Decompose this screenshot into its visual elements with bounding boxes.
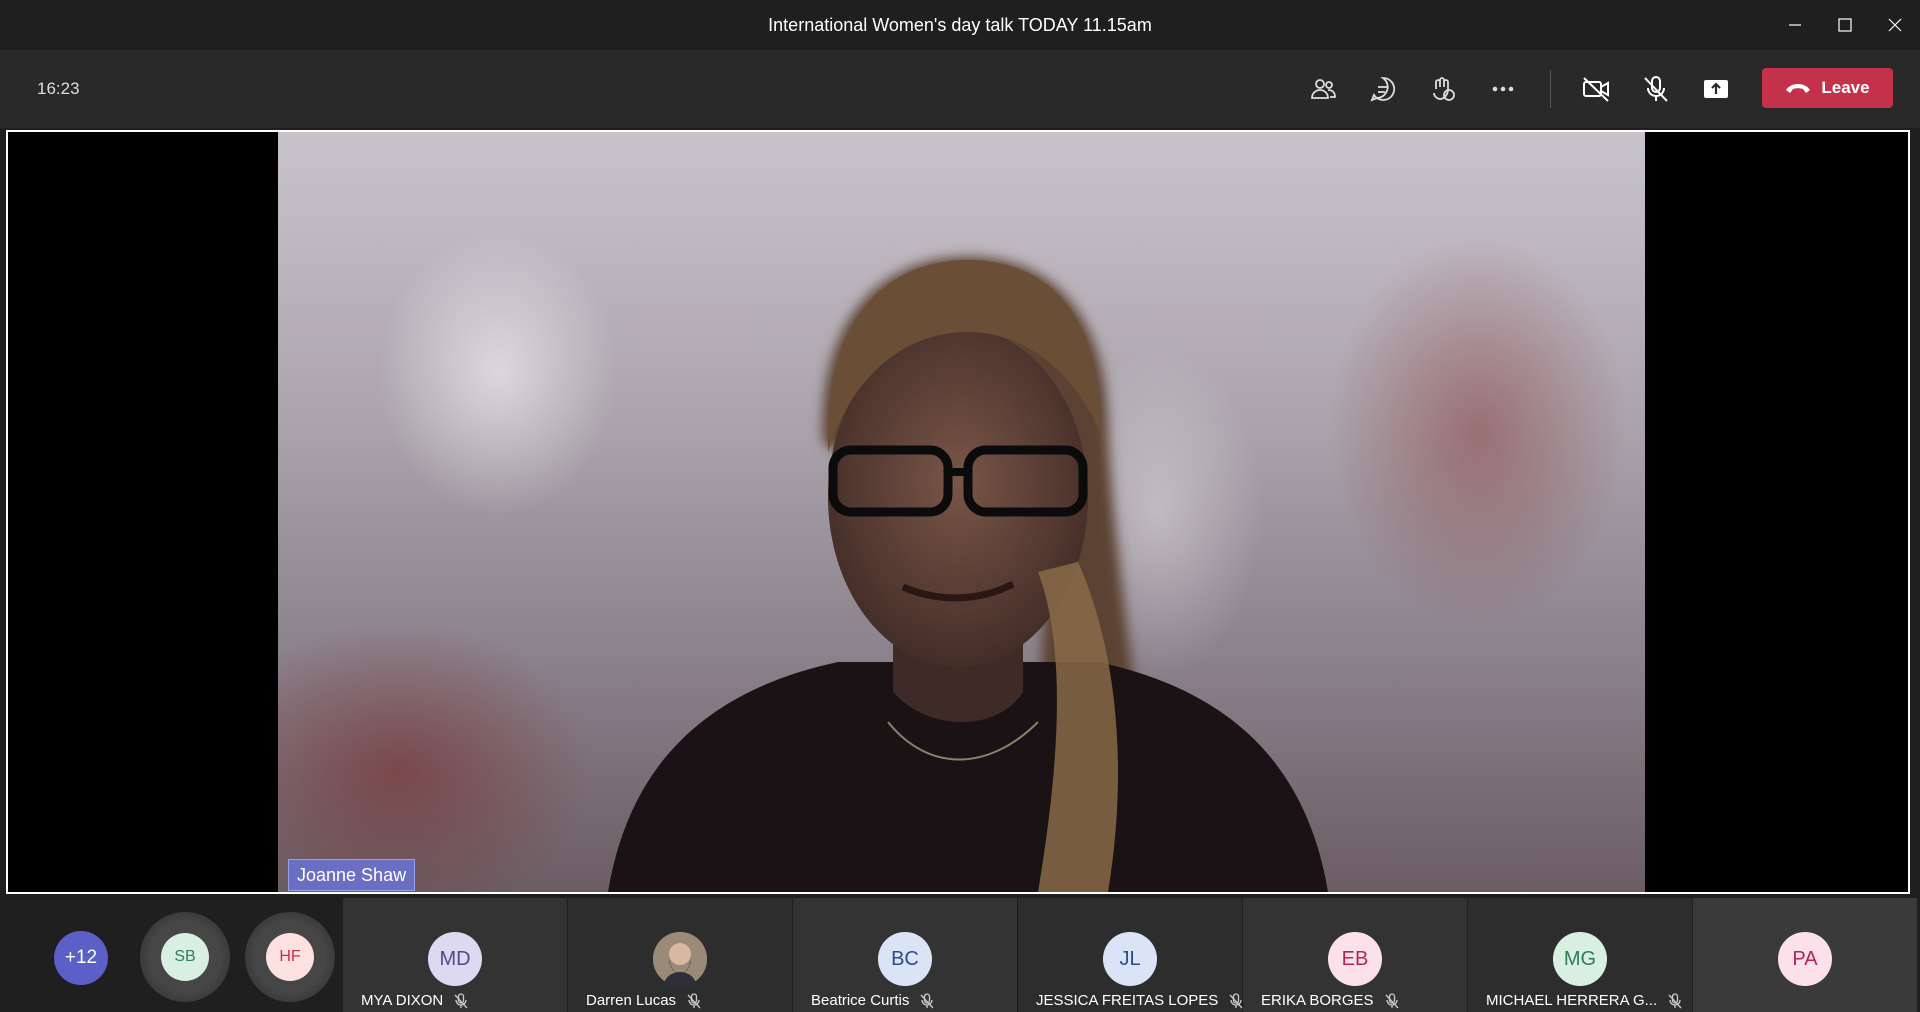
participant-name-row: MYA DIXON (361, 992, 469, 1009)
mic-muted-icon (1385, 992, 1399, 1008)
leave-label: Leave (1821, 78, 1870, 97)
participant-photo-icon (653, 932, 707, 986)
leave-button[interactable]: Leave (1762, 68, 1893, 108)
participant-name: MYA DIXON (361, 992, 444, 1009)
camera-off-icon (1583, 77, 1609, 102)
participant-tile[interactable]: MG MICHAEL HERRERA G... (1468, 898, 1692, 1012)
reactions-button[interactable] (1413, 59, 1473, 119)
window-controls (1770, 0, 1920, 50)
participant-tile[interactable]: PA (1693, 898, 1917, 1012)
participant-tile[interactable]: Darren Lucas (568, 898, 792, 1012)
participant-name: JESSICA FREITAS LOPES (1036, 992, 1219, 1009)
share-content-button[interactable] (1686, 59, 1746, 119)
participant-strip: +12 SB HF MD MYA DIXON Darren Lucas BC Beatr… (0, 898, 1920, 1012)
maximize-button[interactable] (1820, 0, 1870, 50)
more-options-button[interactable] (1473, 59, 1533, 119)
device-controls (1566, 50, 1746, 128)
participant-avatar-hf[interactable]: HF (266, 933, 314, 981)
mic-muted-icon (687, 992, 701, 1008)
participant-name: ERIKA BORGES (1261, 992, 1374, 1009)
participant-avatar-sb[interactable]: SB (161, 933, 209, 981)
participant-avatar: MD (428, 932, 482, 986)
meeting-actions (1293, 50, 1533, 128)
participant-tile[interactable]: EB ERIKA BORGES (1243, 898, 1467, 1012)
unmute-button[interactable] (1626, 59, 1686, 119)
more-participants-badge[interactable]: +12 (54, 931, 108, 985)
close-icon (1888, 18, 1902, 32)
participant-avatar (653, 932, 707, 986)
overflow-participants: +12 SB HF (0, 898, 343, 1012)
people-icon (1311, 79, 1336, 99)
participant-name: Darren Lucas (586, 992, 677, 1009)
participant-tile[interactable]: BC Beatrice Curtis (793, 898, 1017, 1012)
participant-name-row: Darren Lucas (586, 992, 702, 1009)
mic-muted-icon (920, 992, 934, 1008)
participant-name-row: Beatrice Curtis (811, 992, 935, 1009)
minimize-icon (1789, 24, 1801, 26)
reactions-icon (1433, 77, 1455, 101)
participant-avatar: JL (1103, 932, 1157, 986)
meeting-timer: 16:23 (37, 79, 80, 98)
participant-avatar: BC (878, 932, 932, 986)
speaker-name-tag: Joanne Shaw (288, 859, 416, 891)
participant-name-row: JESSICA FREITAS LOPES (1036, 992, 1244, 1009)
participant-name-row: ERIKA BORGES (1261, 992, 1400, 1009)
participant-tile[interactable]: JL JESSICA FREITAS LOPES (1018, 898, 1244, 1012)
chat-icon (1370, 77, 1396, 102)
mic-muted-icon (1668, 992, 1682, 1008)
show-conversation-button[interactable] (1353, 59, 1413, 119)
minimize-button[interactable] (1770, 0, 1820, 50)
participant-avatar: EB (1328, 932, 1382, 986)
maximize-icon (1838, 18, 1852, 32)
share-screen-icon (1704, 80, 1728, 98)
main-video-stage[interactable]: Joanne Shaw (6, 130, 1910, 894)
speaker-video: Joanne Shaw (278, 132, 1645, 892)
participant-name-row: MICHAEL HERRERA G... (1486, 992, 1683, 1009)
participant-name: Beatrice Curtis (811, 992, 910, 1009)
participant-avatar: MG (1553, 932, 1607, 986)
speaker-video-image (608, 257, 1328, 892)
meeting-toolbar: 16:23 Leave (0, 50, 1920, 128)
toolbar-separator (1550, 70, 1551, 108)
show-participants-button[interactable] (1293, 59, 1353, 119)
participant-name: MICHAEL HERRERA G... (1486, 992, 1658, 1009)
mic-muted-icon (1229, 992, 1243, 1008)
turn-camera-on-button[interactable] (1566, 59, 1626, 119)
window-title: International Women's day talk TODAY 11.… (768, 15, 1152, 35)
phone-hangup-icon (1786, 84, 1811, 93)
close-button[interactable] (1870, 0, 1920, 50)
more-options-icon (1492, 86, 1514, 92)
mic-muted-icon (454, 992, 468, 1008)
mic-off-icon (1644, 76, 1668, 102)
participant-tile[interactable]: MD MYA DIXON (343, 898, 567, 1012)
title-bar: International Women's day talk TODAY 11.… (0, 0, 1920, 51)
participant-avatar: PA (1778, 932, 1832, 986)
